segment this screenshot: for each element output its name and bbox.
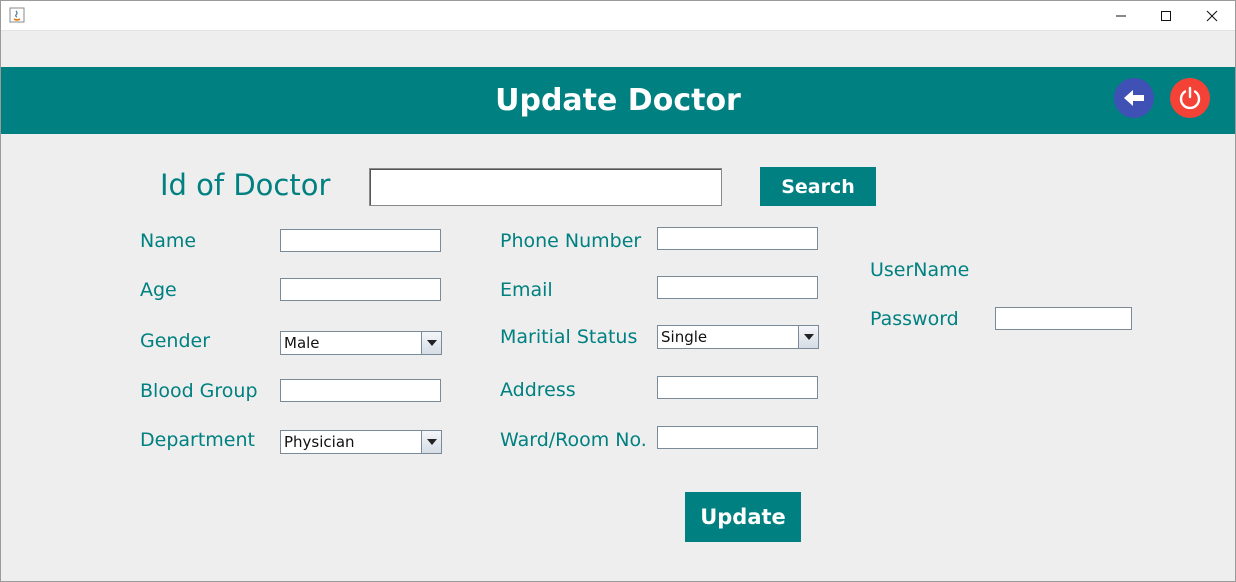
window-titlebar: [0, 0, 1236, 31]
marital-status-label: Maritial Status: [500, 326, 638, 348]
email-input[interactable]: [657, 276, 818, 299]
back-button[interactable]: [1114, 78, 1154, 118]
gender-label: Gender: [140, 330, 211, 352]
search-button[interactable]: Search: [760, 167, 876, 206]
gender-select[interactable]: Male: [280, 331, 442, 355]
age-label: Age: [140, 279, 177, 301]
phone-input[interactable]: [657, 227, 818, 250]
chevron-down-icon[interactable]: [421, 431, 441, 453]
address-input[interactable]: [657, 376, 818, 399]
maximize-button[interactable]: [1143, 0, 1189, 31]
chevron-down-icon[interactable]: [798, 326, 818, 348]
marital-status-selected: Single: [661, 328, 708, 346]
java-app-icon: [9, 7, 25, 23]
department-selected: Physician: [284, 433, 355, 451]
ward-room-input[interactable]: [657, 426, 818, 449]
maximize-icon: [1161, 10, 1171, 21]
password-label: Password: [870, 308, 959, 330]
age-input[interactable]: [280, 278, 441, 301]
name-label: Name: [140, 230, 197, 252]
phone-label: Phone Number: [500, 230, 642, 252]
gender-selected: Male: [284, 334, 320, 352]
department-select[interactable]: Physician: [280, 430, 442, 454]
doctor-id-label: Id of Doctor: [160, 168, 331, 202]
department-label: Department: [140, 429, 255, 451]
close-icon: [1206, 10, 1218, 21]
ward-room-label: Ward/Room No.: [500, 429, 647, 451]
update-button[interactable]: Update: [685, 492, 801, 542]
name-input[interactable]: [280, 229, 441, 252]
email-label: Email: [500, 279, 553, 301]
minimize-button[interactable]: [1098, 0, 1144, 31]
chevron-down-icon[interactable]: [421, 332, 441, 354]
logout-button[interactable]: [1170, 78, 1210, 118]
password-input[interactable]: [995, 307, 1132, 330]
arrow-left-icon: [1124, 90, 1144, 106]
doctor-id-input[interactable]: [369, 168, 722, 206]
address-label: Address: [500, 379, 576, 401]
header-bar: Update Doctor: [1, 67, 1235, 134]
username-label: UserName: [870, 259, 970, 281]
minimize-icon: [1116, 15, 1126, 16]
blood-group-input[interactable]: [280, 379, 441, 402]
close-button[interactable]: [1189, 0, 1235, 31]
blood-group-label: Blood Group: [140, 380, 258, 402]
page-title: Update Doctor: [495, 83, 741, 118]
power-icon: [1179, 86, 1201, 110]
marital-status-select[interactable]: Single: [657, 325, 819, 349]
